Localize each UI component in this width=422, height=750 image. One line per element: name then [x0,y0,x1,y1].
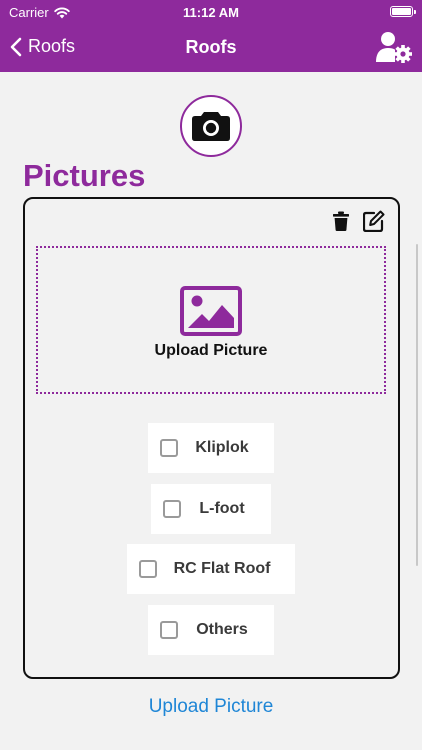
checkbox[interactable] [139,560,157,578]
camera-icon [192,112,230,141]
delete-button[interactable] [329,209,353,233]
option-label: Kliplok [195,439,249,456]
option-others[interactable]: Others [148,605,274,655]
trash-icon [333,211,349,231]
battery-icon [390,6,416,17]
option-rc-flat-roof[interactable]: RC Flat Roof [127,544,295,594]
image-icon [180,286,242,336]
navigation-bar: Carrier 11:12 AM Roofs Roofs [0,0,422,72]
status-bar: Carrier 11:12 AM [0,0,422,24]
checkbox[interactable] [160,439,178,457]
status-time: 11:12 AM [183,5,239,20]
checkbox[interactable] [160,621,178,639]
camera-button[interactable] [180,95,242,157]
picture-drop-zone[interactable]: Upload Picture [36,246,386,394]
option-kliplok[interactable]: Kliplok [148,423,274,473]
edit-button[interactable] [362,209,386,233]
picture-card: Upload Picture Kliplok L-foot RC Flat Ro… [23,197,400,679]
option-label: RC Flat Roof [173,560,271,577]
section-title: Pictures [23,158,146,193]
option-label: Others [196,621,248,638]
page-title: Roofs [185,37,237,57]
user-settings-icon [376,32,412,63]
edit-icon [363,210,385,232]
drop-zone-label: Upload Picture [154,342,268,359]
battery-level [392,8,411,15]
option-label: L-foot [199,500,245,517]
upload-picture-link[interactable]: Upload Picture [0,696,422,718]
scroll-indicator[interactable] [416,244,418,566]
checkbox[interactable] [163,500,181,518]
user-settings-button[interactable] [376,31,412,63]
option-l-foot[interactable]: L-foot [151,484,271,534]
nav-row: Roofs Roofs [0,26,422,70]
